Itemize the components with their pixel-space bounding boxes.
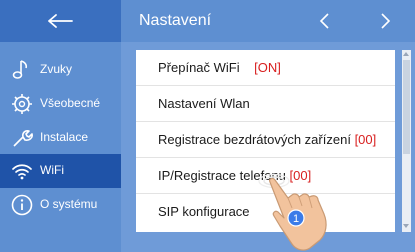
- info-icon: [11, 194, 33, 216]
- pointer-step-badge: 1: [293, 213, 299, 225]
- sidebar-item-label: Všeobecné: [40, 96, 101, 110]
- sidebar-item-vseobecne[interactable]: Všeobecné: [0, 87, 121, 121]
- sidebar-item-label: Zvuky: [40, 62, 73, 76]
- gear-icon: [12, 94, 32, 114]
- sidebar-item-o-systemu[interactable]: O systému: [0, 188, 121, 222]
- scroll-up-arrow-icon[interactable]: [403, 52, 409, 56]
- chevron-left-icon: [319, 13, 329, 29]
- page-title: Nastavení: [139, 12, 212, 29]
- arrow-left-icon: [48, 14, 73, 28]
- sidebar-item-label: Instalace: [40, 130, 89, 144]
- settings-screen: Zvuky Všeobecné Instalace WiFi O systému…: [0, 0, 415, 252]
- chevron-right-icon: [381, 13, 391, 29]
- menu-item-label: Registrace bezdrátových zařízení: [158, 132, 351, 147]
- menu-item-value: [00]: [354, 132, 377, 147]
- hand-pointer-icon: 1: [258, 173, 327, 251]
- scroll-thumb[interactable]: [403, 60, 410, 154]
- sidebar-item-zvuky[interactable]: Zvuky: [0, 53, 121, 87]
- scroll-down-arrow-icon[interactable]: [403, 224, 409, 228]
- sidebar-item-label: WiFi: [40, 163, 64, 177]
- music-note-icon: [12, 60, 28, 79]
- menu-item-label: Přepínač WiFi: [158, 60, 240, 75]
- menu-item-wlan-settings[interactable]: Nastavení Wlan: [136, 86, 395, 122]
- header-bar: Nastavení: [121, 0, 415, 42]
- sidebar-item-label: O systému: [40, 197, 98, 211]
- menu-item-label: SIP konfigurace: [158, 204, 250, 219]
- menu-item-wifi-switch[interactable]: Přepínač WiFi [ON]: [136, 50, 395, 86]
- sidebar-item-instalace[interactable]: Instalace: [0, 121, 121, 155]
- menu-item-value: [ON]: [254, 60, 281, 75]
- sidebar: Zvuky Všeobecné Instalace WiFi O systému: [0, 0, 121, 252]
- sidebar-item-wifi[interactable]: WiFi: [0, 154, 121, 188]
- wifi-icon: [12, 164, 32, 180]
- prev-page-button[interactable]: [314, 9, 336, 33]
- back-button[interactable]: [0, 0, 121, 42]
- scrollbar[interactable]: [402, 50, 411, 232]
- menu-item-label: Nastavení Wlan: [158, 96, 250, 111]
- wrench-icon: [13, 130, 33, 147]
- menu-item-wireless-registration[interactable]: Registrace bezdrátových zařízení [00]: [136, 122, 395, 158]
- next-page-button[interactable]: [374, 9, 396, 33]
